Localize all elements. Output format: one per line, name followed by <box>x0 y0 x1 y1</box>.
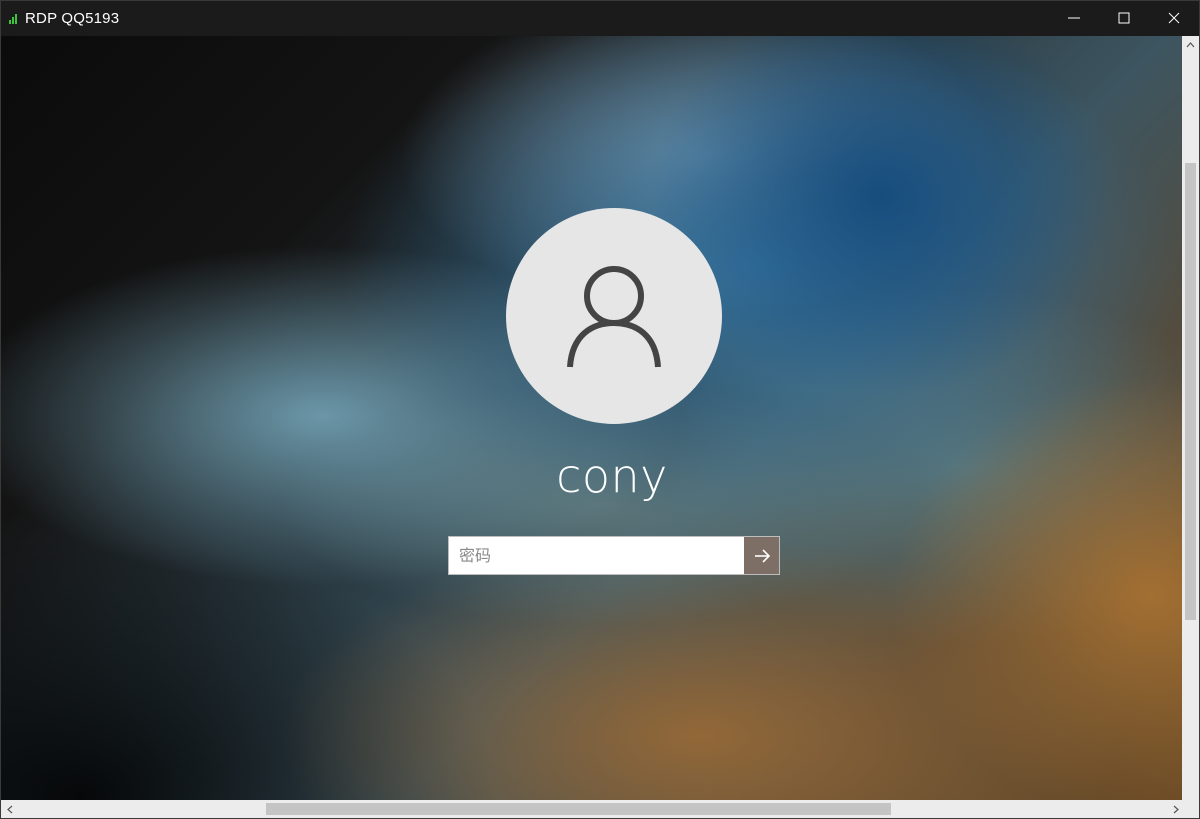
window-title: RDP QQ5193 <box>25 9 120 27</box>
username-label: cony <box>556 449 668 503</box>
connection-signal-icon <box>9 12 17 24</box>
remote-desktop-view[interactable]: cony <box>1 36 1183 800</box>
minimize-icon <box>1068 17 1080 19</box>
scroll-up-button[interactable] <box>1182 36 1199 53</box>
resize-grip[interactable] <box>1182 800 1199 818</box>
close-button[interactable] <box>1149 1 1199 35</box>
window-controls <box>1049 1 1199 35</box>
chevron-right-icon <box>1173 805 1179 813</box>
rdp-window: RDP QQ5193 cony <box>0 0 1200 819</box>
password-box <box>448 536 780 575</box>
submit-button[interactable] <box>744 537 779 574</box>
password-input[interactable] <box>449 537 744 574</box>
chevron-up-icon <box>1186 41 1195 47</box>
user-avatar <box>506 208 722 424</box>
vertical-scrollbar[interactable] <box>1182 36 1199 800</box>
maximize-button[interactable] <box>1099 1 1149 35</box>
close-icon <box>1168 12 1180 24</box>
arrow-right-icon <box>754 548 770 563</box>
horizontal-scrollbar[interactable] <box>1 800 1184 818</box>
horizontal-scroll-thumb[interactable] <box>266 803 891 815</box>
maximize-icon <box>1118 12 1130 24</box>
vertical-scroll-thumb[interactable] <box>1185 163 1196 620</box>
title-bar[interactable]: RDP QQ5193 <box>1 1 1199 35</box>
chevron-left-icon <box>6 805 12 813</box>
scroll-left-button[interactable] <box>1 800 18 818</box>
minimize-button[interactable] <box>1049 1 1099 35</box>
user-icon <box>567 266 661 368</box>
